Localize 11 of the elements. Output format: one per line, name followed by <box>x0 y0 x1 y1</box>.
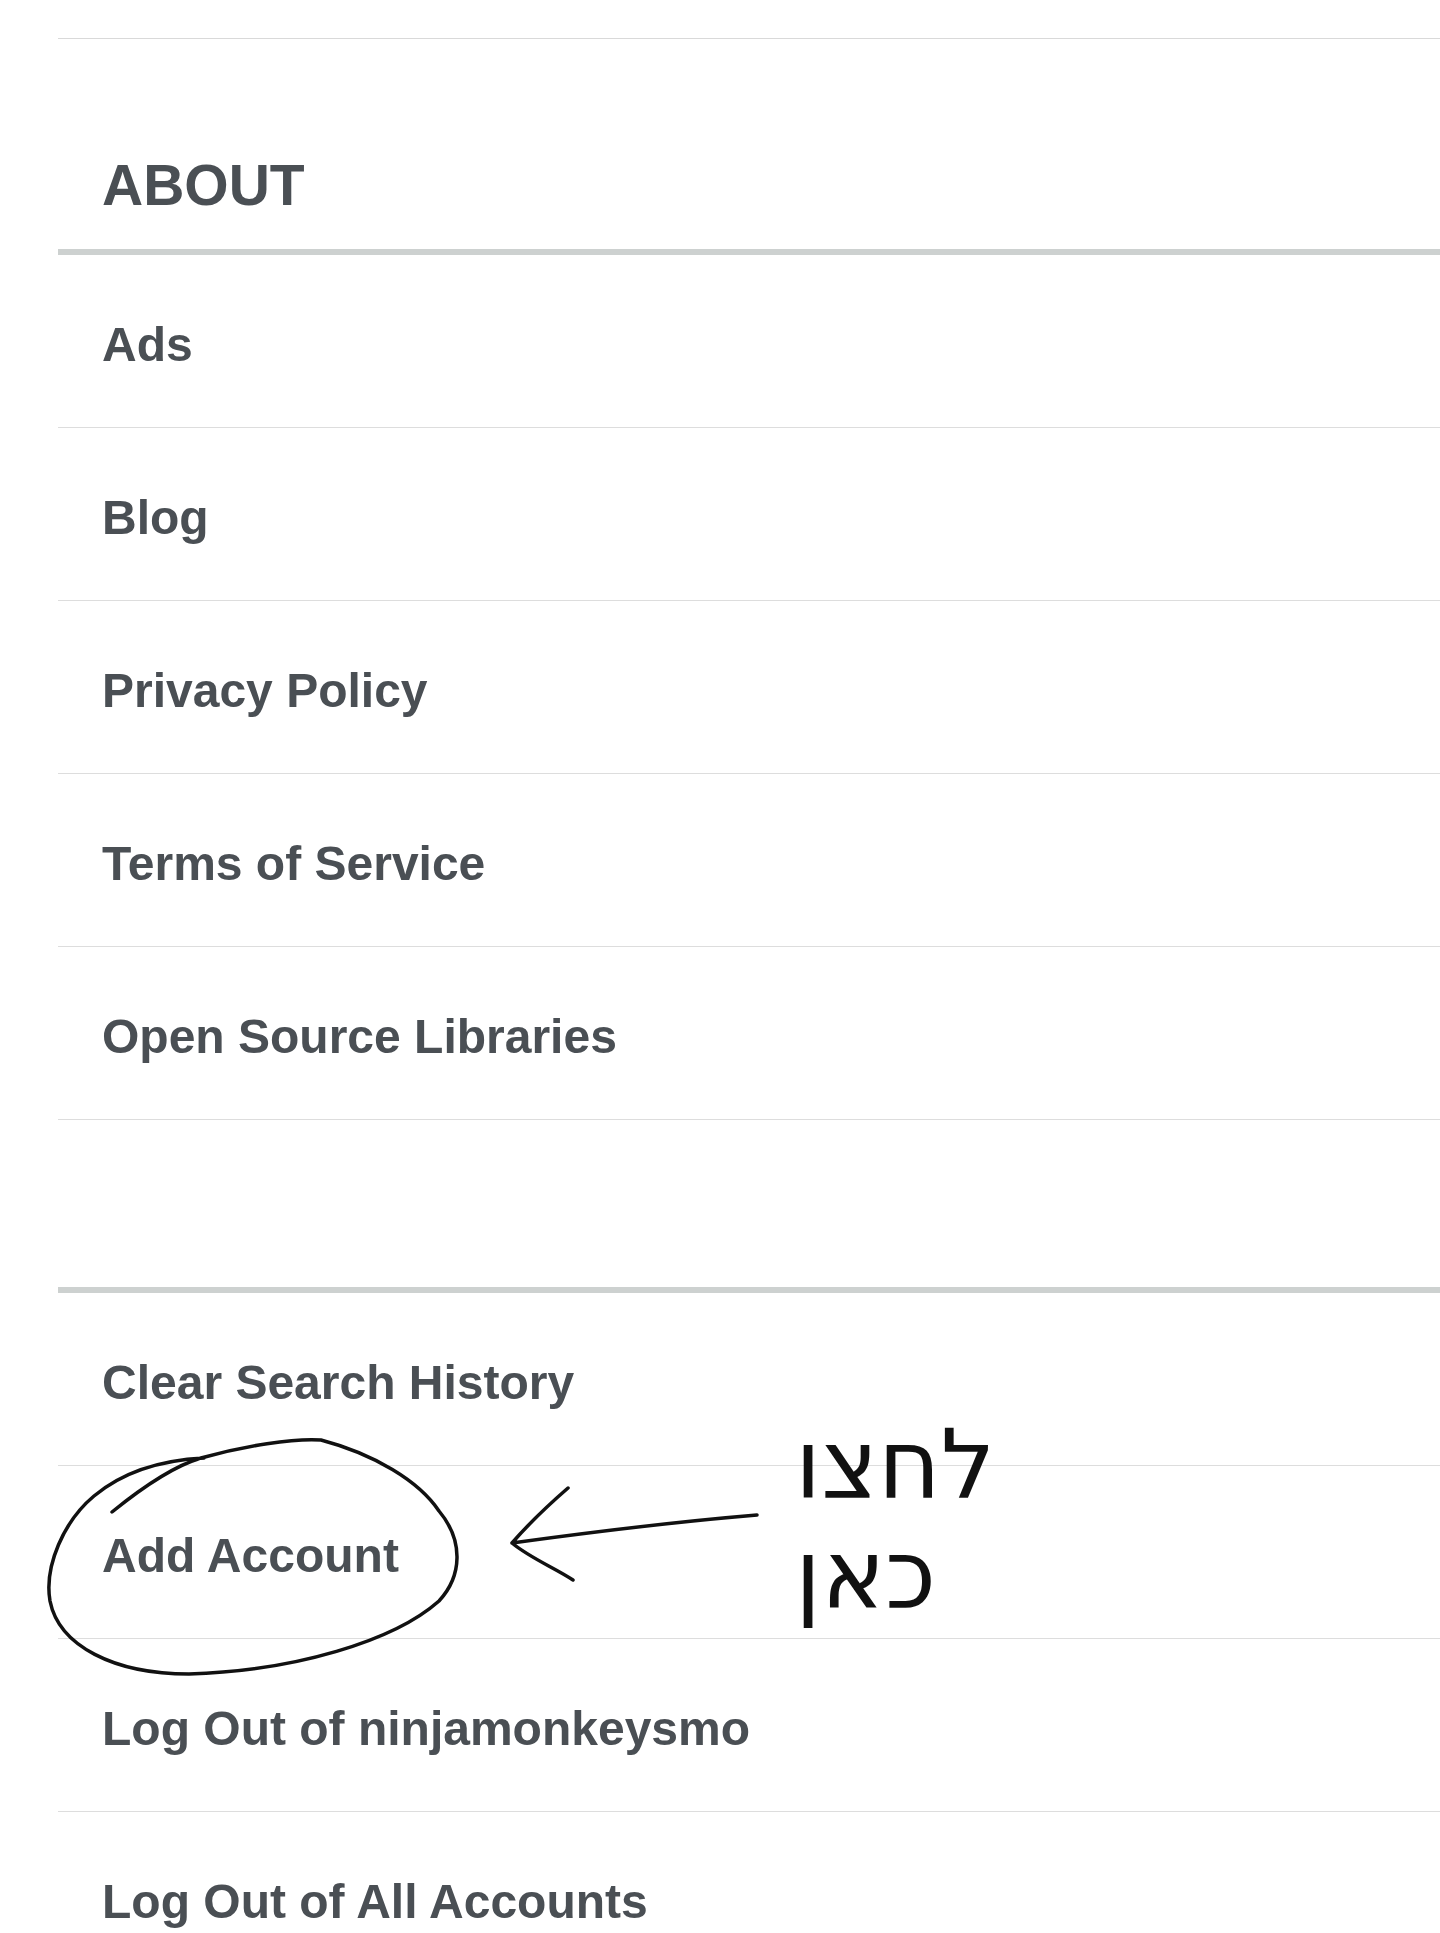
section-heading: ABOUT <box>102 153 305 217</box>
menu-item[interactable]: Clear Search History <box>102 1359 575 1407</box>
menu-item[interactable]: Add Account <box>102 1532 399 1580</box>
menu-item[interactable]: Ads <box>102 321 193 369</box>
menu-item[interactable]: Open Source Libraries <box>102 1013 617 1061</box>
menu-item[interactable]: Terms of Service <box>102 840 486 888</box>
menu-item[interactable]: Blog <box>102 494 209 542</box>
menu-item[interactable]: Log Out of All Accounts <box>102 1878 648 1926</box>
handwritten-note: לחצו כאן <box>795 1410 997 1630</box>
menu-item[interactable]: Log Out of ninjamonkeysmo <box>102 1705 751 1753</box>
menu-item[interactable]: Privacy Policy <box>102 667 428 715</box>
